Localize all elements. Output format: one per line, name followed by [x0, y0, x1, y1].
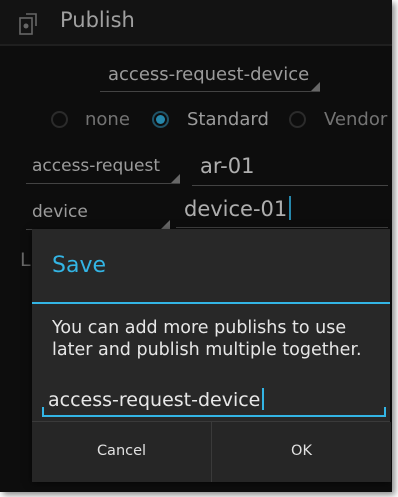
publish-name-input[interactable]: access-request-device [42, 383, 386, 417]
ok-button[interactable]: OK [211, 422, 391, 482]
dialog-message: You can add more publishs to use later a… [52, 318, 362, 360]
dialog-button-bar: Cancel OK [32, 421, 391, 482]
text-cursor [262, 388, 265, 410]
cancel-button[interactable]: Cancel [32, 422, 211, 482]
input-edge-right [384, 407, 386, 415]
app-screen: Publish access-request-device none Stand… [0, 0, 392, 492]
dialog-title-divider [32, 302, 390, 304]
publish-name-input-value: access-request-device [48, 389, 261, 411]
save-dialog: Save You can add more publishs to use la… [32, 229, 391, 482]
dialog-title: Save [52, 253, 107, 278]
input-edge-left [42, 407, 44, 415]
